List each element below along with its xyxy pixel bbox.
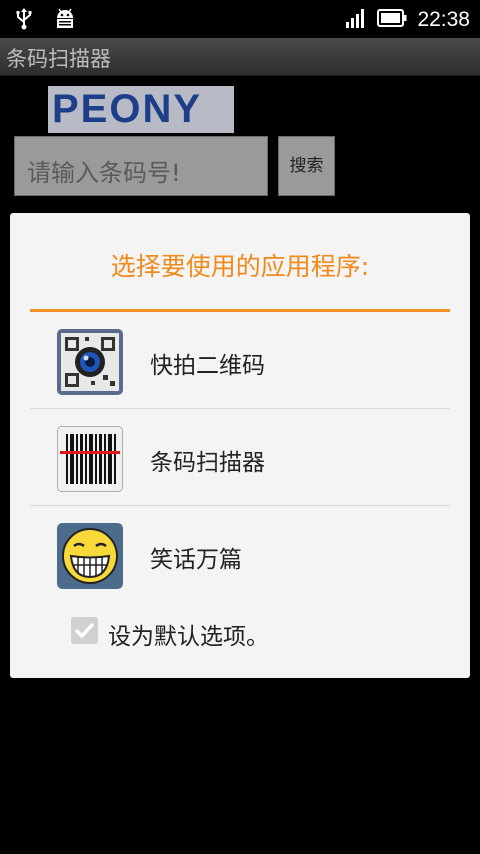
peony-logo: PEONY	[48, 86, 234, 133]
app-item-qr-camera[interactable]: 快拍二维码	[30, 312, 450, 409]
dialog-title: 选择要使用的应用程序:	[110, 252, 370, 281]
logo-text: PEONY	[52, 87, 203, 131]
app-chooser-dialog: 选择要使用的应用程序: 快拍二维码 条码扫描器 笑话万篇 设为默认选项。	[10, 213, 470, 678]
android-debug-icon	[54, 8, 76, 34]
signal-icon	[345, 8, 367, 32]
battery-icon	[377, 9, 407, 31]
app-item-barcode-scanner[interactable]: 条码扫描器	[30, 409, 450, 506]
app-item-jokes[interactable]: 笑话万篇	[30, 506, 450, 603]
app-label: 笑话万篇	[150, 547, 242, 573]
app-label: 快拍二维码	[150, 353, 265, 379]
status-bar: 22:38	[0, 0, 480, 38]
search-button[interactable]: 搜索	[278, 136, 335, 196]
app-title-bar: 条码扫描器	[0, 38, 480, 76]
barcode-icon	[57, 426, 123, 492]
clock: 22:38	[417, 8, 470, 31]
usb-icon	[16, 8, 32, 34]
set-default-checkbox[interactable]	[71, 617, 98, 644]
barcode-search-input[interactable]	[14, 136, 268, 196]
checkmark-icon	[75, 623, 94, 638]
app-label: 条码扫描器	[150, 450, 265, 476]
app-title: 条码扫描器	[6, 47, 111, 71]
smiley-icon	[57, 523, 123, 589]
qr-camera-icon	[57, 329, 123, 395]
set-default-label[interactable]: 设为默认选项。	[108, 617, 269, 651]
